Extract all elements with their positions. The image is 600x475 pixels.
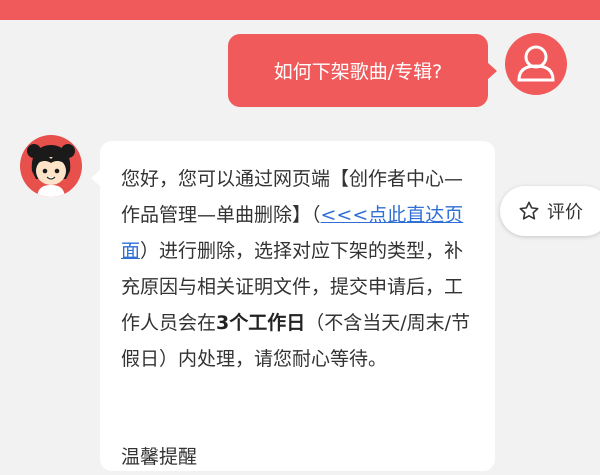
bot-message-bubble: 您好，您可以通过网页端【创作者中心—作品管理—单曲删除】（<<<点此直达页面）进… — [91, 141, 495, 471]
bot-message-bold: 3个工作日 — [216, 312, 306, 334]
user-message-text: 如何下架歌曲/专辑? — [273, 61, 443, 83]
bot-avatar-icon[interactable] — [20, 135, 82, 197]
rate-button[interactable]: 评价 — [500, 186, 600, 236]
top-bar — [0, 0, 600, 20]
star-outline-icon — [519, 201, 539, 220]
bot-message-footer: 温馨提醒 — [121, 446, 198, 468]
rate-button-label: 评价 — [547, 202, 583, 223]
user-avatar-icon[interactable] — [505, 33, 567, 95]
user-message-bubble: 如何下架歌曲/专辑? — [228, 34, 497, 107]
